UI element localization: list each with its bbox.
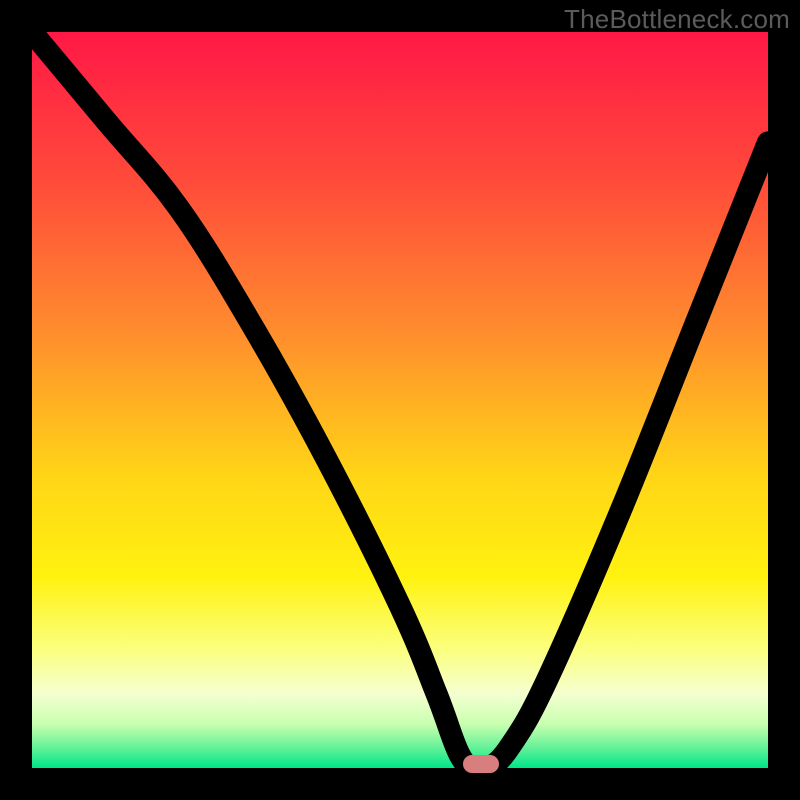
curve-layer xyxy=(32,32,768,768)
plot-area xyxy=(32,32,768,768)
bottleneck-curve xyxy=(32,32,768,768)
optimal-marker xyxy=(463,755,499,773)
chart-frame: TheBottleneck.com xyxy=(0,0,800,800)
watermark-text: TheBottleneck.com xyxy=(564,4,790,35)
